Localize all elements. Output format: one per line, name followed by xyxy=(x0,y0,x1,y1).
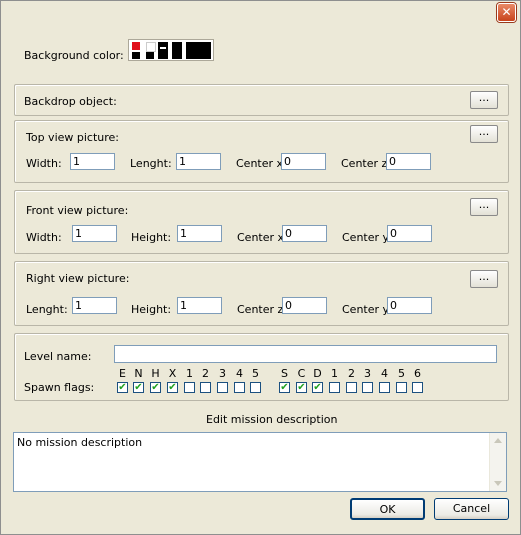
spawn-flag-label: C xyxy=(297,367,306,380)
right-view-browse-button[interactable]: ... xyxy=(470,270,498,288)
spawn-flag-label: X xyxy=(168,367,177,380)
right-center-z-input[interactable]: 0 xyxy=(282,297,327,314)
spawn-flag-label: 4 xyxy=(381,367,388,380)
front-width-input[interactable]: 1 xyxy=(72,225,117,242)
right-length-input[interactable]: 1 xyxy=(72,297,117,314)
spawn-flag-checkbox[interactable]: ✔ xyxy=(312,382,323,393)
right-length-label: Lenght: xyxy=(26,303,68,316)
right-height-label: Height: xyxy=(131,303,172,316)
right-center-y-label: Center y: xyxy=(342,303,392,316)
spawn-flag-label: 3 xyxy=(364,367,371,380)
spawn-flag-checkbox[interactable]: ✔ xyxy=(296,382,307,393)
top-center-z-input[interactable]: 0 xyxy=(386,153,431,170)
spawn-flag-label: 3 xyxy=(219,367,226,380)
front-center-x-label: Center x: xyxy=(237,231,288,244)
spawn-flag-checkbox[interactable] xyxy=(412,382,423,393)
level-name-label: Level name: xyxy=(24,350,92,363)
checkmark-icon: ✔ xyxy=(168,382,177,393)
top-view-group xyxy=(14,120,509,183)
spawn-flag-checkbox[interactable]: ✔ xyxy=(167,382,178,393)
spawn-flag-label: 2 xyxy=(202,367,209,380)
swatch-red xyxy=(132,42,140,50)
mission-description-textarea[interactable]: No mission description xyxy=(13,432,507,492)
top-width-input[interactable]: 1 xyxy=(70,153,115,170)
spawn-flag-label: N xyxy=(134,367,143,380)
top-center-x-input[interactable]: 0 xyxy=(281,153,326,170)
spawn-flag-checkbox[interactable] xyxy=(396,382,407,393)
spawn-flag-label: D xyxy=(313,367,322,380)
checkmark-icon: ✔ xyxy=(118,382,127,393)
backdrop-browse-button[interactable]: ... xyxy=(470,91,498,109)
spawn-flag-label: 1 xyxy=(331,367,338,380)
spawn-flag-checkbox[interactable] xyxy=(346,382,357,393)
mission-description-text: No mission description xyxy=(17,436,143,449)
background-color-label: Background color: xyxy=(24,49,124,62)
spawn-flag-label: S xyxy=(281,367,288,380)
level-name-input[interactable] xyxy=(114,345,497,363)
checkmark-icon: ✔ xyxy=(313,382,322,393)
spawn-flag-checkbox[interactable] xyxy=(217,382,228,393)
right-center-z-label: Center z: xyxy=(237,303,287,316)
spawn-flag-checkbox[interactable]: ✔ xyxy=(279,382,290,393)
description-scrollbar[interactable] xyxy=(489,433,506,491)
close-button[interactable]: ✕ xyxy=(497,3,516,22)
background-color-swatch[interactable] xyxy=(128,39,214,61)
arrow-down-icon xyxy=(494,481,502,486)
arrow-up-icon xyxy=(494,438,502,443)
right-height-input[interactable]: 1 xyxy=(177,297,222,314)
front-center-y-input[interactable]: 0 xyxy=(387,225,432,242)
swatch-gap xyxy=(160,47,166,49)
swatch-black xyxy=(186,42,211,59)
right-view-title: Right view picture: xyxy=(26,272,130,285)
top-length-label: Lenght: xyxy=(130,157,172,170)
top-center-x-label: Center x: xyxy=(236,157,287,170)
top-width-label: Width: xyxy=(26,157,62,170)
checkmark-icon: ✔ xyxy=(280,382,289,393)
mission-description-title: Edit mission description xyxy=(206,413,338,426)
spawn-flag-checkbox[interactable]: ✔ xyxy=(117,382,128,393)
spawn-flag-checkbox[interactable] xyxy=(234,382,245,393)
ok-button[interactable]: OK xyxy=(350,498,425,520)
spawn-flag-label: 4 xyxy=(236,367,243,380)
spawn-flags-label: Spawn flags: xyxy=(24,381,95,394)
top-center-z-label: Center z: xyxy=(341,157,391,170)
spawn-flag-checkbox[interactable] xyxy=(184,382,195,393)
top-view-title: Top view picture: xyxy=(26,131,120,144)
front-view-title: Front view picture: xyxy=(26,204,129,217)
swatch-black xyxy=(146,52,154,59)
spawn-flag-label: E xyxy=(119,367,126,380)
spawn-flag-label: 6 xyxy=(414,367,421,380)
spawn-flag-label: 2 xyxy=(348,367,355,380)
spawn-flag-checkbox[interactable] xyxy=(250,382,261,393)
spawn-flag-checkbox[interactable]: ✔ xyxy=(133,382,144,393)
spawn-flag-checkbox[interactable] xyxy=(329,382,340,393)
front-center-y-label: Center y: xyxy=(342,231,392,244)
spawn-flag-checkbox[interactable] xyxy=(200,382,211,393)
front-width-label: Width: xyxy=(26,231,62,244)
spawn-flag-label: 5 xyxy=(252,367,259,380)
spawn-flag-label: H xyxy=(151,367,160,380)
spawn-flag-checkbox[interactable]: ✔ xyxy=(150,382,161,393)
checkmark-icon: ✔ xyxy=(297,382,306,393)
checkmark-icon: ✔ xyxy=(134,382,143,393)
checkmark-icon: ✔ xyxy=(151,382,160,393)
spawn-flag-checkbox[interactable] xyxy=(362,382,373,393)
cancel-button[interactable]: Cancel xyxy=(434,498,509,520)
close-icon: ✕ xyxy=(501,5,512,19)
front-height-input[interactable]: 1 xyxy=(177,225,222,242)
top-view-browse-button[interactable]: ... xyxy=(470,125,498,143)
swatch-black xyxy=(132,52,140,59)
right-center-y-input[interactable]: 0 xyxy=(387,297,432,314)
front-view-browse-button[interactable]: ... xyxy=(470,198,498,216)
spawn-flag-label: 5 xyxy=(398,367,405,380)
front-center-x-input[interactable]: 0 xyxy=(282,225,327,242)
top-length-input[interactable]: 1 xyxy=(176,153,221,170)
swatch-black xyxy=(172,42,182,59)
spawn-flag-label: 1 xyxy=(186,367,193,380)
swatch-white xyxy=(146,42,156,52)
spawn-flag-checkbox[interactable] xyxy=(379,382,390,393)
front-height-label: Height: xyxy=(131,231,172,244)
swatch-black xyxy=(158,42,168,59)
backdrop-label: Backdrop object: xyxy=(24,95,117,108)
